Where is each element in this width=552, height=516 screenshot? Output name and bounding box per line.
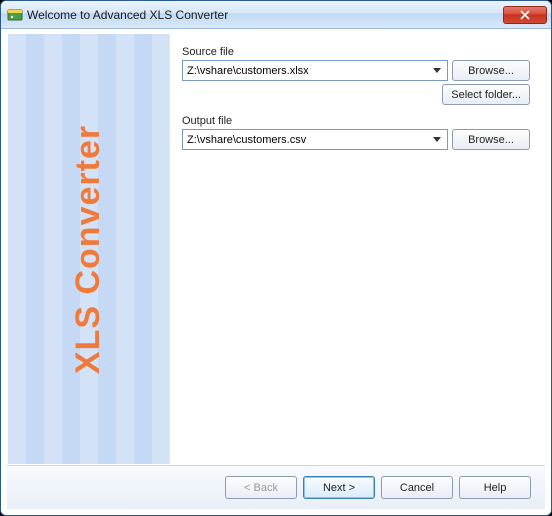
sidebar: XLS Converter [8,34,170,464]
output-file-value: Z:\vshare\customers.csv [187,134,429,146]
source-file-combo[interactable]: Z:\vshare\customers.xlsx [182,60,448,81]
chevron-down-icon[interactable] [429,68,445,74]
output-group: Output file Z:\vshare\customers.csv Brow… [182,115,530,150]
source-label: Source file [182,46,530,58]
cancel-button[interactable]: Cancel [381,476,453,499]
source-group: Source file Z:\vshare\customers.xlsx Bro… [182,46,530,105]
window-title: Welcome to Advanced XLS Converter [27,8,503,22]
app-icon [7,7,23,23]
titlebar: Welcome to Advanced XLS Converter [1,1,551,29]
help-button[interactable]: Help [459,476,531,499]
output-file-combo[interactable]: Z:\vshare\customers.csv [182,129,448,150]
source-browse-button[interactable]: Browse... [452,60,530,81]
output-browse-button[interactable]: Browse... [452,129,530,150]
main-panel: Source file Z:\vshare\customers.xlsx Bro… [170,34,544,464]
output-label: Output file [182,115,530,127]
content: XLS Converter Source file Z:\vshare\cust… [7,33,545,465]
next-button[interactable]: Next > [303,476,375,499]
client-area: XLS Converter Source file Z:\vshare\cust… [1,29,551,515]
brand-text: XLS Converter [69,124,108,373]
wizard-footer: < Back Next > Cancel Help [7,465,545,509]
close-button[interactable] [503,6,547,24]
source-file-value: Z:\vshare\customers.xlsx [187,65,429,77]
app-window: Welcome to Advanced XLS Converter XLS Co… [0,0,552,516]
select-folder-button[interactable]: Select folder... [442,84,530,105]
chevron-down-icon[interactable] [429,137,445,143]
back-button: < Back [225,476,297,499]
